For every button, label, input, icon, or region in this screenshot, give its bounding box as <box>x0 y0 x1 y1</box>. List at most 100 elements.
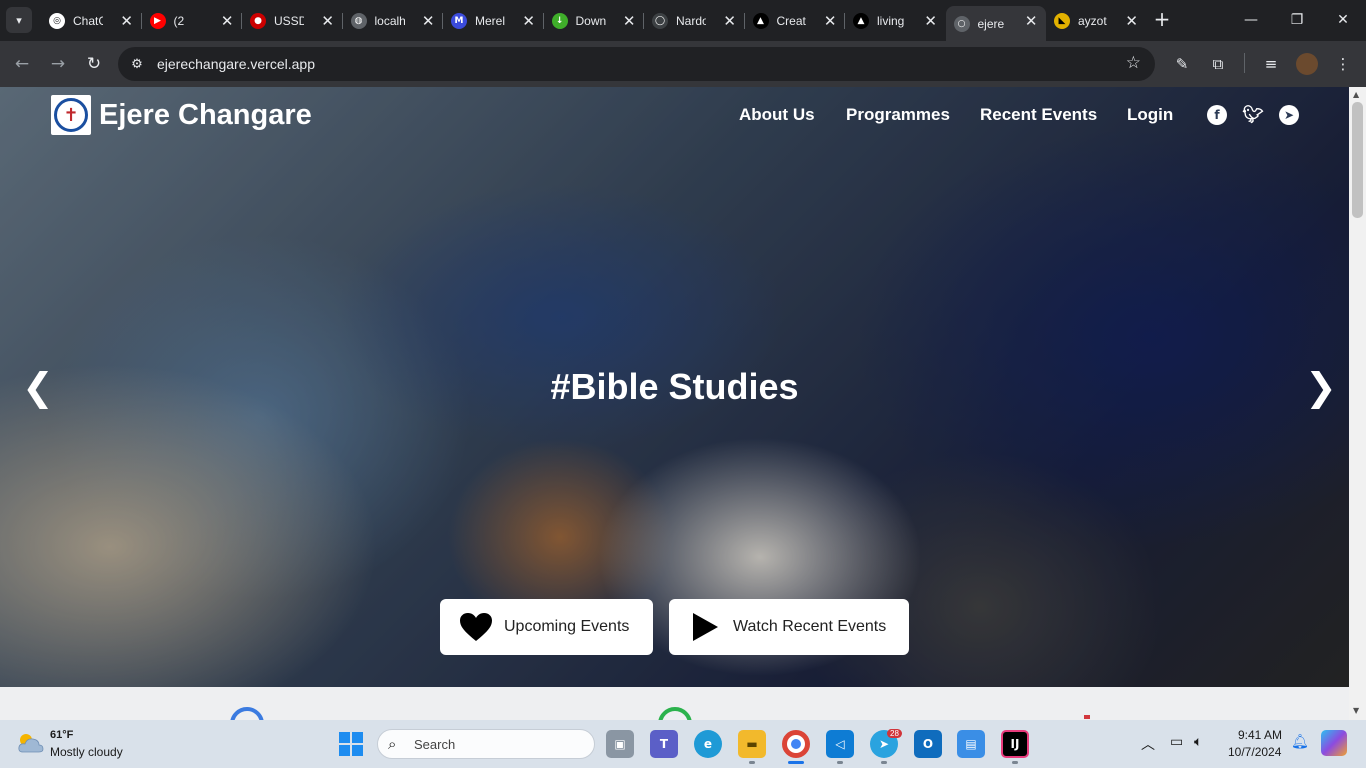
youtube-icon: ▶ <box>149 12 166 29</box>
tab-close-icon[interactable]: ✕ <box>1125 12 1138 30</box>
tab-separator <box>442 13 443 29</box>
tab-close-icon[interactable]: ✕ <box>1025 12 1038 30</box>
browser-tab[interactable]: ▲ living ✕ <box>845 6 945 35</box>
search-icon: ⌕ <box>388 735 397 753</box>
start-button[interactable] <box>339 732 363 756</box>
clock-time[interactable]: 9:41 AM <box>1238 728 1282 742</box>
browser-tab-strip: ▾ ◎ ChatGPT ✕ ▶ (2 ✕ ● USSD ✕ ◍ localh ✕ M Merel ✕ ↓ Dow… <box>0 0 1366 41</box>
tab-close-icon[interactable]: ✕ <box>924 12 937 30</box>
scroll-down-arrow[interactable]: ▼ <box>1353 706 1362 715</box>
browser-tab[interactable]: ◯ Nardo ✕ <box>644 6 744 35</box>
outlook-icon[interactable]: O <box>914 730 942 758</box>
copilot-icon[interactable] <box>1321 730 1347 756</box>
tab-title: living <box>877 13 905 28</box>
back-button[interactable]: ← <box>8 50 36 78</box>
page-viewport: ✝ Ejere Changare About Us Programmes Rec… <box>0 87 1349 720</box>
reload-button[interactable]: ↻ <box>80 50 108 78</box>
watch-recent-events-label: Watch Recent Events <box>733 618 887 635</box>
network-icon[interactable]: ▭ <box>1170 734 1183 750</box>
browser-tab[interactable]: ◎ ChatGPT ✕ <box>41 6 141 35</box>
tab-title: localh <box>374 13 405 28</box>
screen-recorder-icon[interactable]: ▤ <box>957 730 985 758</box>
running-indicator <box>881 761 887 764</box>
tab-title: ejere <box>977 16 1005 31</box>
browser-tab[interactable]: ▲ Creat ✕ <box>745 6 845 35</box>
nav-about-us[interactable]: About Us <box>739 105 815 125</box>
intellij-icon[interactable]: IJ <box>1001 730 1029 758</box>
tab-close-icon[interactable]: ✕ <box>422 12 435 30</box>
telegram-icon[interactable]: ➤ <box>1279 105 1299 125</box>
globe-icon: ◍ <box>350 12 367 29</box>
teams-icon[interactable]: T <box>650 730 678 758</box>
page-scrollbar[interactable]: ▲ ▼ <box>1349 87 1366 720</box>
active-app-indicator <box>788 761 804 764</box>
browser-tab[interactable]: ◣ ayzot ✕ <box>1046 6 1146 35</box>
tab-title: ChatGPT <box>73 13 103 28</box>
tab-separator <box>743 13 745 29</box>
loading-icon: ○ <box>953 15 970 32</box>
tab-title: Down <box>575 13 606 28</box>
scroll-up-arrow[interactable]: ▲ <box>1353 90 1362 99</box>
notification-bell-icon[interactable]: 🔔︎ <box>1291 734 1309 750</box>
vscode-icon[interactable]: ◁ <box>826 730 854 758</box>
profile-avatar[interactable] <box>1295 52 1319 76</box>
tab-title: Creat <box>776 13 806 28</box>
tab-close-icon[interactable]: ✕ <box>824 12 837 30</box>
section-accent-mark <box>1084 715 1090 719</box>
running-indicator <box>837 761 843 764</box>
forward-button[interactable]: → <box>44 50 72 78</box>
tab-separator <box>643 13 644 29</box>
tab-close-icon[interactable]: ✕ <box>120 12 133 30</box>
edge-icon[interactable]: e <box>694 730 722 758</box>
browser-tab[interactable]: ◍ localh ✕ <box>343 6 443 35</box>
tab-close-icon[interactable]: ✕ <box>321 12 334 30</box>
site-info-icon[interactable]: ⚙ <box>128 55 146 73</box>
weather-temperature[interactable]: 61°F <box>50 729 73 741</box>
nav-programmes[interactable]: Programmes <box>846 105 950 125</box>
tab-close-icon[interactable]: ✕ <box>623 12 636 30</box>
file-explorer-icon[interactable]: ▬ <box>738 730 766 758</box>
browser-tab[interactable]: ○ ejere ✕ <box>945 6 1046 41</box>
browser-tab[interactable]: ↓ Down ✕ <box>544 6 644 35</box>
brand[interactable]: ✝ Ejere Changare <box>51 95 312 135</box>
upcoming-events-button[interactable]: Upcoming Events <box>440 599 653 655</box>
browser-tab[interactable]: ● USSD ✕ <box>242 6 342 35</box>
facebook-icon[interactable]: f <box>1207 105 1227 125</box>
watch-recent-events-button[interactable]: Watch Recent Events <box>669 599 909 655</box>
browser-tab[interactable]: M Merel ✕ <box>443 6 543 35</box>
scrollbar-thumb[interactable] <box>1352 102 1363 218</box>
tray-overflow-chevron-icon[interactable]: ︿ <box>1141 734 1155 754</box>
browser-menu-icon[interactable]: ⋮ <box>1331 52 1355 76</box>
browser-tab[interactable]: ▶ (2 ✕ <box>142 6 242 35</box>
taskbar-search[interactable]: ⌕ Search <box>377 729 595 759</box>
tab-separator <box>542 13 544 29</box>
tab-close-icon[interactable]: ✕ <box>522 12 535 30</box>
nav-recent-events[interactable]: Recent Events <box>980 105 1097 125</box>
nav-login[interactable]: Login <box>1127 105 1173 125</box>
search-placeholder: Search <box>414 737 456 752</box>
restore-button[interactable]: ❐ <box>1277 6 1317 34</box>
clock-date[interactable]: 10/7/2024 <box>1228 745 1281 759</box>
address-bar[interactable]: ⚙ ejerechangare.vercel.app ☆ <box>118 47 1155 81</box>
bookmark-star-icon[interactable]: ☆ <box>1126 53 1141 73</box>
cloud-icon[interactable] <box>16 732 44 754</box>
tab-search-button[interactable]: ▾ <box>6 7 32 33</box>
brand-name[interactable]: Ejere Changare <box>99 99 312 132</box>
redhat-icon: ● <box>250 12 266 29</box>
tab-separator <box>241 13 242 29</box>
task-view-icon[interactable]: ▣ <box>606 730 634 758</box>
extensions-icon[interactable]: ⧉ <box>1206 52 1230 76</box>
media-controls-icon[interactable]: ≡ <box>1259 52 1283 76</box>
twitter-icon[interactable]: 🐦︎ <box>1242 105 1264 125</box>
tab-close-icon[interactable]: ✕ <box>221 12 234 30</box>
url-text[interactable]: ejerechangare.vercel.app <box>157 56 315 72</box>
eyedropper-extension-icon[interactable]: ✎ <box>1170 52 1194 76</box>
close-window-button[interactable]: ✕ <box>1323 6 1363 34</box>
chrome-icon[interactable] <box>782 730 810 758</box>
tab-title: (2 <box>173 13 185 28</box>
volume-icon[interactable]: 🔈︎ <box>1194 734 1202 750</box>
weather-description[interactable]: Mostly cloudy <box>50 745 123 759</box>
minimize-button[interactable]: — <box>1231 6 1271 34</box>
tab-close-icon[interactable]: ✕ <box>723 12 736 30</box>
new-tab-button[interactable]: + <box>1151 7 1173 31</box>
